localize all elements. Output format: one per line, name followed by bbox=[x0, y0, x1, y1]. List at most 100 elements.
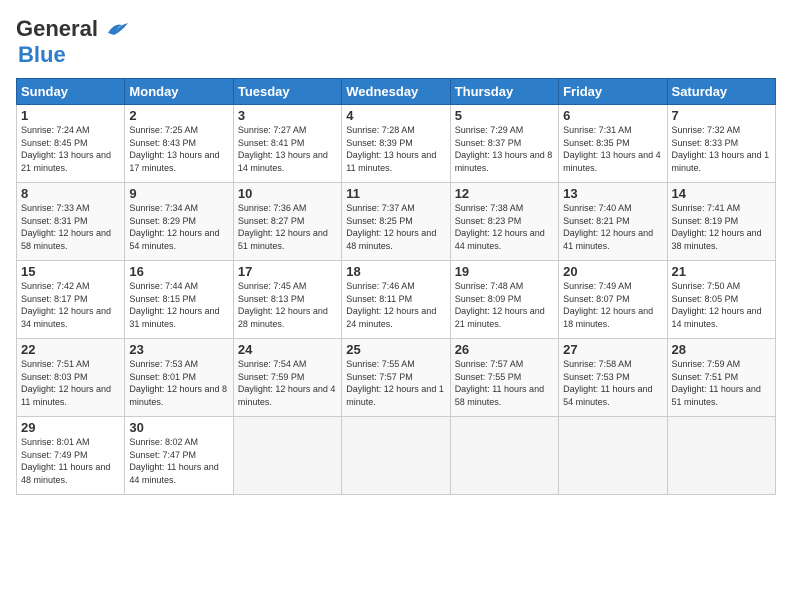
calendar-cell: 26 Sunrise: 7:57 AM Sunset: 7:55 PM Dayl… bbox=[450, 339, 558, 417]
daylight-label: Daylight: 12 hours and 41 minutes. bbox=[563, 228, 653, 251]
calendar-cell: 5 Sunrise: 7:29 AM Sunset: 8:37 PM Dayli… bbox=[450, 105, 558, 183]
daylight-label: Daylight: 11 hours and 44 minutes. bbox=[129, 462, 218, 485]
col-monday: Monday bbox=[125, 79, 233, 105]
calendar-cell: 1 Sunrise: 7:24 AM Sunset: 8:45 PM Dayli… bbox=[17, 105, 125, 183]
daylight-label: Daylight: 13 hours and 14 minutes. bbox=[238, 150, 328, 173]
sunset-label: Sunset: 7:53 PM bbox=[563, 372, 630, 382]
calendar-cell: 29 Sunrise: 8:01 AM Sunset: 7:49 PM Dayl… bbox=[17, 417, 125, 495]
day-info: Sunrise: 7:24 AM Sunset: 8:45 PM Dayligh… bbox=[21, 124, 120, 174]
day-number: 8 bbox=[21, 186, 120, 201]
sunset-label: Sunset: 8:09 PM bbox=[455, 294, 522, 304]
day-number: 28 bbox=[672, 342, 771, 357]
day-number: 4 bbox=[346, 108, 445, 123]
day-number: 15 bbox=[21, 264, 120, 279]
calendar-cell bbox=[559, 417, 667, 495]
daylight-label: Daylight: 13 hours and 21 minutes. bbox=[21, 150, 111, 173]
sunset-label: Sunset: 8:07 PM bbox=[563, 294, 630, 304]
sunrise-label: Sunrise: 7:38 AM bbox=[455, 203, 524, 213]
day-info: Sunrise: 8:01 AM Sunset: 7:49 PM Dayligh… bbox=[21, 436, 120, 486]
day-info: Sunrise: 7:34 AM Sunset: 8:29 PM Dayligh… bbox=[129, 202, 228, 252]
day-number: 17 bbox=[238, 264, 337, 279]
sunset-label: Sunset: 8:33 PM bbox=[672, 138, 739, 148]
day-info: Sunrise: 7:37 AM Sunset: 8:25 PM Dayligh… bbox=[346, 202, 445, 252]
sunrise-label: Sunrise: 7:53 AM bbox=[129, 359, 198, 369]
calendar-cell: 11 Sunrise: 7:37 AM Sunset: 8:25 PM Dayl… bbox=[342, 183, 450, 261]
day-info: Sunrise: 7:28 AM Sunset: 8:39 PM Dayligh… bbox=[346, 124, 445, 174]
calendar-cell: 12 Sunrise: 7:38 AM Sunset: 8:23 PM Dayl… bbox=[450, 183, 558, 261]
day-number: 2 bbox=[129, 108, 228, 123]
calendar-cell: 8 Sunrise: 7:33 AM Sunset: 8:31 PM Dayli… bbox=[17, 183, 125, 261]
daylight-label: Daylight: 12 hours and 4 minutes. bbox=[238, 384, 336, 407]
day-number: 14 bbox=[672, 186, 771, 201]
sunrise-label: Sunrise: 7:25 AM bbox=[129, 125, 198, 135]
sunset-label: Sunset: 8:05 PM bbox=[672, 294, 739, 304]
sunset-label: Sunset: 8:31 PM bbox=[21, 216, 88, 226]
day-number: 30 bbox=[129, 420, 228, 435]
calendar-cell: 25 Sunrise: 7:55 AM Sunset: 7:57 PM Dayl… bbox=[342, 339, 450, 417]
day-info: Sunrise: 7:27 AM Sunset: 8:41 PM Dayligh… bbox=[238, 124, 337, 174]
day-number: 10 bbox=[238, 186, 337, 201]
calendar-cell: 9 Sunrise: 7:34 AM Sunset: 8:29 PM Dayli… bbox=[125, 183, 233, 261]
logo-text-blue: Blue bbox=[18, 42, 66, 67]
sunrise-label: Sunrise: 7:54 AM bbox=[238, 359, 307, 369]
calendar-cell: 18 Sunrise: 7:46 AM Sunset: 8:11 PM Dayl… bbox=[342, 261, 450, 339]
sunset-label: Sunset: 7:51 PM bbox=[672, 372, 739, 382]
day-info: Sunrise: 7:45 AM Sunset: 8:13 PM Dayligh… bbox=[238, 280, 337, 330]
sunrise-label: Sunrise: 7:27 AM bbox=[238, 125, 307, 135]
daylight-label: Daylight: 13 hours and 11 minutes. bbox=[346, 150, 436, 173]
day-info: Sunrise: 7:44 AM Sunset: 8:15 PM Dayligh… bbox=[129, 280, 228, 330]
sunrise-label: Sunrise: 7:32 AM bbox=[672, 125, 741, 135]
daylight-label: Daylight: 12 hours and 38 minutes. bbox=[672, 228, 762, 251]
daylight-label: Daylight: 12 hours and 31 minutes. bbox=[129, 306, 219, 329]
daylight-label: Daylight: 12 hours and 11 minutes. bbox=[21, 384, 111, 407]
day-number: 19 bbox=[455, 264, 554, 279]
calendar-body: 1 Sunrise: 7:24 AM Sunset: 8:45 PM Dayli… bbox=[17, 105, 776, 495]
logo-bird-icon bbox=[100, 19, 130, 39]
calendar-week-1: 1 Sunrise: 7:24 AM Sunset: 8:45 PM Dayli… bbox=[17, 105, 776, 183]
calendar-week-2: 8 Sunrise: 7:33 AM Sunset: 8:31 PM Dayli… bbox=[17, 183, 776, 261]
day-info: Sunrise: 7:54 AM Sunset: 7:59 PM Dayligh… bbox=[238, 358, 337, 408]
sunrise-label: Sunrise: 7:34 AM bbox=[129, 203, 198, 213]
calendar-cell: 22 Sunrise: 7:51 AM Sunset: 8:03 PM Dayl… bbox=[17, 339, 125, 417]
calendar-cell: 24 Sunrise: 7:54 AM Sunset: 7:59 PM Dayl… bbox=[233, 339, 341, 417]
sunset-label: Sunset: 7:55 PM bbox=[455, 372, 522, 382]
daylight-label: Daylight: 12 hours and 24 minutes. bbox=[346, 306, 436, 329]
day-number: 11 bbox=[346, 186, 445, 201]
sunrise-label: Sunrise: 7:24 AM bbox=[21, 125, 90, 135]
sunset-label: Sunset: 8:23 PM bbox=[455, 216, 522, 226]
day-number: 24 bbox=[238, 342, 337, 357]
sunset-label: Sunset: 8:01 PM bbox=[129, 372, 196, 382]
day-number: 5 bbox=[455, 108, 554, 123]
sunset-label: Sunset: 8:27 PM bbox=[238, 216, 305, 226]
day-number: 7 bbox=[672, 108, 771, 123]
calendar-cell: 4 Sunrise: 7:28 AM Sunset: 8:39 PM Dayli… bbox=[342, 105, 450, 183]
col-sunday: Sunday bbox=[17, 79, 125, 105]
daylight-label: Daylight: 11 hours and 48 minutes. bbox=[21, 462, 110, 485]
sunset-label: Sunset: 8:03 PM bbox=[21, 372, 88, 382]
day-info: Sunrise: 7:53 AM Sunset: 8:01 PM Dayligh… bbox=[129, 358, 228, 408]
calendar-cell: 28 Sunrise: 7:59 AM Sunset: 7:51 PM Dayl… bbox=[667, 339, 775, 417]
calendar-week-3: 15 Sunrise: 7:42 AM Sunset: 8:17 PM Dayl… bbox=[17, 261, 776, 339]
sunset-label: Sunset: 8:11 PM bbox=[346, 294, 412, 304]
sunset-label: Sunset: 8:13 PM bbox=[238, 294, 305, 304]
sunrise-label: Sunrise: 7:29 AM bbox=[455, 125, 524, 135]
sunrise-label: Sunrise: 7:55 AM bbox=[346, 359, 415, 369]
calendar-cell: 14 Sunrise: 7:41 AM Sunset: 8:19 PM Dayl… bbox=[667, 183, 775, 261]
calendar-table: Sunday Monday Tuesday Wednesday Thursday… bbox=[16, 78, 776, 495]
day-info: Sunrise: 7:31 AM Sunset: 8:35 PM Dayligh… bbox=[563, 124, 662, 174]
day-info: Sunrise: 7:40 AM Sunset: 8:21 PM Dayligh… bbox=[563, 202, 662, 252]
day-number: 18 bbox=[346, 264, 445, 279]
day-number: 6 bbox=[563, 108, 662, 123]
sunrise-label: Sunrise: 8:01 AM bbox=[21, 437, 90, 447]
logo-text-general: General bbox=[16, 16, 98, 42]
calendar-cell: 13 Sunrise: 7:40 AM Sunset: 8:21 PM Dayl… bbox=[559, 183, 667, 261]
daylight-label: Daylight: 12 hours and 21 minutes. bbox=[455, 306, 545, 329]
day-info: Sunrise: 7:57 AM Sunset: 7:55 PM Dayligh… bbox=[455, 358, 554, 408]
sunset-label: Sunset: 7:57 PM bbox=[346, 372, 413, 382]
sunrise-label: Sunrise: 7:31 AM bbox=[563, 125, 632, 135]
header: General Blue bbox=[16, 16, 776, 68]
calendar-cell: 20 Sunrise: 7:49 AM Sunset: 8:07 PM Dayl… bbox=[559, 261, 667, 339]
calendar-cell: 15 Sunrise: 7:42 AM Sunset: 8:17 PM Dayl… bbox=[17, 261, 125, 339]
day-info: Sunrise: 7:29 AM Sunset: 8:37 PM Dayligh… bbox=[455, 124, 554, 174]
calendar-header: Sunday Monday Tuesday Wednesday Thursday… bbox=[17, 79, 776, 105]
